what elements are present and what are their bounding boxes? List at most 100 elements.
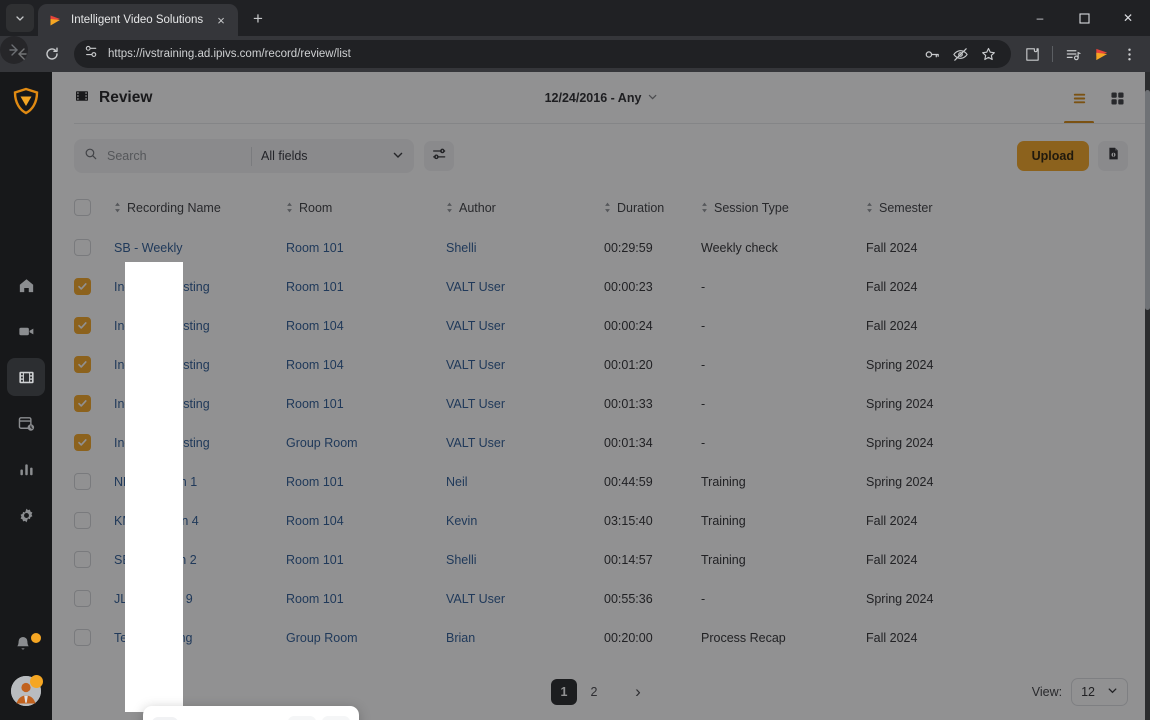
star-icon[interactable]	[975, 41, 1001, 67]
eye-slash-icon[interactable]	[947, 41, 973, 67]
row-checkbox[interactable]	[74, 317, 91, 334]
page-scrollbar-thumb[interactable]	[1145, 90, 1150, 310]
column-header-duration[interactable]: Duration	[604, 188, 701, 228]
row-checkbox[interactable]	[74, 356, 91, 373]
cell-semester: Spring 2024	[866, 357, 934, 372]
column-header-name[interactable]: Recording Name	[114, 188, 286, 228]
cell-semester: Spring 2024	[866, 474, 934, 489]
column-header-author[interactable]: Author	[446, 188, 604, 228]
cell-session: -	[701, 357, 706, 372]
sidebar-item-settings[interactable]	[7, 496, 45, 534]
page-button[interactable]: 2	[581, 679, 607, 705]
cell-room[interactable]: Room 101	[286, 267, 446, 306]
cell-room[interactable]: Room 101	[286, 384, 446, 423]
cell-author[interactable]: VALT User	[446, 384, 604, 423]
cell-author[interactable]: VALT User	[446, 423, 604, 462]
table-row[interactable]: Individual TestingGroup RoomVALT User00:…	[52, 423, 1150, 462]
cell-author[interactable]: Neil	[446, 462, 604, 501]
search-input[interactable]	[107, 149, 242, 163]
table-row[interactable]: JL - Session 9Room 101VALT User00:55:36-…	[52, 579, 1150, 618]
table-body: SB - Weekly Room 101 Shelli 00:29:59 Weekly …	[52, 228, 1150, 657]
reload-icon[interactable]	[38, 40, 66, 68]
minimize-icon[interactable]: –	[1018, 2, 1062, 34]
cell-room[interactable]: Group Room	[286, 618, 446, 657]
cell-author[interactable]: VALT User	[446, 267, 604, 306]
close-icon[interactable]: ×	[212, 14, 230, 27]
cell-room[interactable]: Room 104	[286, 306, 446, 345]
new-tab-button[interactable]: +	[244, 5, 272, 33]
cell-author[interactable]: Kevin	[446, 501, 604, 540]
cell-author[interactable]: VALT User	[446, 306, 604, 345]
row-checkbox[interactable]	[74, 512, 91, 529]
select-all-checkbox[interactable]	[74, 199, 91, 216]
cell-author[interactable]: Shelli	[446, 540, 604, 579]
row-checkbox[interactable]	[74, 434, 91, 451]
advanced-filter-button[interactable]	[424, 141, 454, 171]
table-row[interactable]: KM - Session 4Room 104Kevin03:15:40Train…	[52, 501, 1150, 540]
column-header-semester[interactable]: Semester	[866, 188, 1150, 228]
maximize-icon[interactable]	[1062, 2, 1106, 34]
three-dot-menu-icon[interactable]	[1116, 41, 1142, 67]
export-button[interactable]	[1098, 141, 1128, 171]
column-header-session[interactable]: Session Type	[701, 188, 866, 228]
table-row[interactable]: Individual TestingRoom 101VALT User00:01…	[52, 384, 1150, 423]
cell-room[interactable]: Room 101	[286, 228, 446, 267]
table-row[interactable]: Individual TestingRoom 101VALT User00:00…	[52, 267, 1150, 306]
table-row[interactable]: Individual TestingRoom 104VALT User00:00…	[52, 306, 1150, 345]
table-row[interactable]: NP - Session 1Room 101Neil00:44:59Traini…	[52, 462, 1150, 501]
table-row[interactable]: Individual TestingRoom 104VALT User00:01…	[52, 345, 1150, 384]
address-bar[interactable]: https://ivstraining.ad.ipivs.com/record/…	[74, 40, 1011, 68]
sidebar-item-review[interactable]	[7, 358, 45, 396]
page-size-dropdown[interactable]: 12	[1071, 678, 1128, 706]
media-list-icon[interactable]	[1060, 41, 1086, 67]
cell-room[interactable]: Room 104	[286, 501, 446, 540]
table-row[interactable]: SB - Weekly Room 101 Shelli 00:29:59 Weekly …	[52, 228, 1150, 267]
page-button[interactable]: 1	[551, 679, 577, 705]
cell-room[interactable]: Room 101	[286, 579, 446, 618]
column-label: Duration	[617, 200, 665, 215]
cell-room[interactable]: Room 104	[286, 345, 446, 384]
row-checkbox[interactable]	[74, 278, 91, 295]
date-filter-dropdown[interactable]: 12/24/2016 - Any	[545, 91, 658, 105]
cell-room[interactable]: Room 101	[286, 462, 446, 501]
selection-delete-button[interactable]	[322, 716, 350, 720]
cell-author[interactable]: VALT User	[446, 345, 604, 384]
cell-session: -	[701, 591, 706, 606]
site-settings-icon[interactable]	[84, 44, 99, 64]
cell-author[interactable]: Brian	[446, 618, 604, 657]
back-arrow-icon[interactable]	[8, 40, 36, 68]
cell-room[interactable]: Room 101	[286, 540, 446, 579]
tab-search-chevron-down-icon[interactable]	[6, 4, 34, 32]
notification-badge	[31, 633, 41, 643]
avatar[interactable]	[11, 675, 43, 706]
field-scope-dropdown[interactable]: All fields	[261, 149, 404, 164]
list-view-icon[interactable]	[1064, 87, 1094, 124]
sidebar-item-schedule[interactable]	[7, 404, 45, 442]
sidebar-item-reports[interactable]	[7, 450, 45, 488]
next-page-button[interactable]: ›	[625, 679, 651, 705]
row-checkbox[interactable]	[74, 473, 91, 490]
grid-view-icon[interactable]	[1106, 87, 1128, 109]
sidebar-item-home[interactable]	[7, 266, 45, 304]
upload-button[interactable]: Upload	[1016, 141, 1089, 171]
notifications-button[interactable]	[13, 633, 41, 660]
row-checkbox[interactable]	[74, 629, 91, 646]
cell-author[interactable]: VALT User	[446, 579, 604, 618]
row-checkbox[interactable]	[74, 395, 91, 412]
puzzle-icon[interactable]	[1019, 41, 1045, 67]
cell-author[interactable]: Shelli	[446, 228, 604, 267]
column-header-room[interactable]: Room	[286, 188, 446, 228]
row-checkbox[interactable]	[74, 239, 91, 256]
selection-export-button[interactable]	[288, 716, 316, 720]
table-row[interactable]: SB - Session 2Room 101Shelli00:14:57Trai…	[52, 540, 1150, 579]
ivs-logo-icon[interactable]	[1088, 41, 1114, 67]
password-key-icon[interactable]	[919, 41, 945, 67]
row-checkbox[interactable]	[74, 590, 91, 607]
sidebar-item-live[interactable]	[7, 312, 45, 350]
row-checkbox[interactable]	[74, 551, 91, 568]
cell-room[interactable]: Group Room	[286, 423, 446, 462]
table-row[interactable]: Team MeetingGroup RoomBrian00:20:00Proce…	[52, 618, 1150, 657]
browser-tab[interactable]: Intelligent Video Solutions ×	[38, 4, 238, 36]
close-window-icon[interactable]: ✕	[1106, 2, 1150, 34]
shield-logo-icon[interactable]	[11, 86, 41, 116]
